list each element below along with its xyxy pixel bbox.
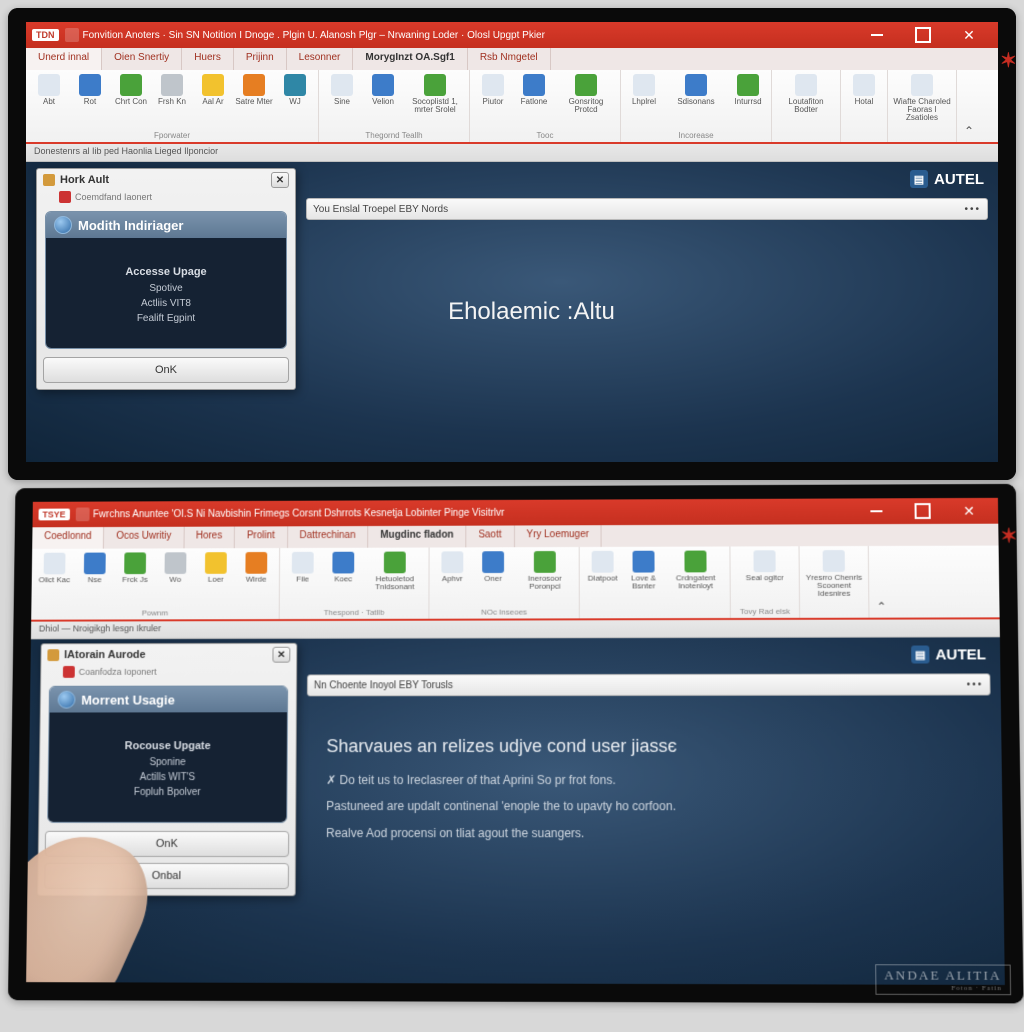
watermark: ANDAE ALITIA Foton · Fatin <box>875 964 1011 995</box>
monitor-bezel <box>8 484 1024 1004</box>
monitor-bezel <box>8 8 1016 480</box>
top-screenshot: TDN Fonvition Anoters · Sin SN Notition … <box>8 8 1016 480</box>
monitor-brand-icon: ✶ <box>1000 48 1016 70</box>
monitor-brand-icon: ✶ <box>1000 524 1023 546</box>
bottom-screenshot: TSYE Fwrchns Anuntee 'OI.S Ni Navbishin … <box>8 484 1024 1004</box>
